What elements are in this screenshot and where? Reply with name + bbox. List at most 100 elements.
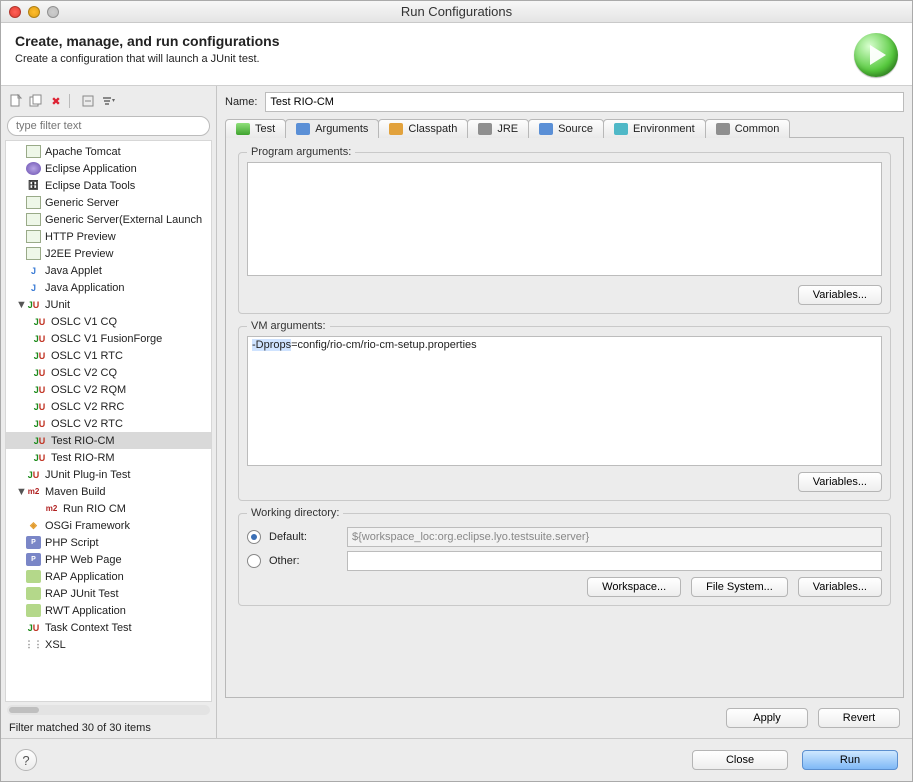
tree-item[interactable]: ◈OSGi Framework — [6, 517, 211, 534]
program-args-variables-button[interactable]: Variables... — [798, 285, 882, 305]
tab-test[interactable]: Test — [225, 119, 286, 138]
tab-icon — [539, 123, 553, 135]
tab-icon — [236, 123, 250, 135]
tree-item[interactable]: JUOSLC V2 CQ — [6, 364, 211, 381]
toolbar-separator — [69, 94, 75, 108]
tree-item[interactable]: HTTP Preview — [6, 228, 211, 245]
tree-item[interactable]: JJava Application — [6, 279, 211, 296]
close-button[interactable]: Close — [692, 750, 788, 770]
tree-item[interactable]: JUTest RIO-RM — [6, 449, 211, 466]
tab-label: JRE — [497, 123, 518, 135]
tree-item-label: OSLC V2 RQM — [51, 384, 126, 396]
filter-menu-icon[interactable] — [99, 92, 117, 110]
delete-config-icon[interactable]: ✖ — [47, 92, 65, 110]
tree-item[interactable]: ▼m2Maven Build — [6, 483, 211, 500]
working-dir-group: Working directory: Default: Other: Works… — [238, 507, 891, 606]
tab-icon — [478, 123, 492, 135]
tree-item[interactable]: Generic Server — [6, 194, 211, 211]
program-args-group: Program arguments: Variables... — [238, 146, 891, 314]
header-subtitle: Create a configuration that will launch … — [15, 53, 280, 65]
tree-item[interactable]: PPHP Script — [6, 534, 211, 551]
tree-item-label: Test RIO-RM — [51, 452, 115, 464]
tree-item[interactable]: ▼JUJUnit — [6, 296, 211, 313]
tree-item[interactable]: JUTask Context Test — [6, 619, 211, 636]
tree-item[interactable]: JUTest RIO-CM — [6, 432, 211, 449]
tab-jre[interactable]: JRE — [467, 119, 529, 138]
apply-button[interactable]: Apply — [726, 708, 808, 728]
window-title: Run Configurations — [1, 4, 912, 19]
name-label: Name: — [225, 96, 257, 108]
tree-item-label: Generic Server(External Launch — [45, 214, 202, 226]
tree-item[interactable]: JUOSLC V1 RTC — [6, 347, 211, 364]
tree-item[interactable]: PPHP Web Page — [6, 551, 211, 568]
tree-item[interactable]: JUOSLC V2 RTC — [6, 415, 211, 432]
tree-item-label: OSLC V1 CQ — [51, 316, 117, 328]
tree-item[interactable]: Apache Tomcat — [6, 143, 211, 160]
tab-arguments[interactable]: Arguments — [285, 119, 379, 138]
tab-icon — [716, 123, 730, 135]
run-button[interactable]: Run — [802, 750, 898, 770]
tree-item-label: OSGi Framework — [45, 520, 130, 532]
default-radio[interactable] — [247, 530, 261, 544]
filesystem-button[interactable]: File System... — [691, 577, 788, 597]
tree-item[interactable]: JUOSLC V2 RRC — [6, 398, 211, 415]
name-input[interactable] — [265, 92, 904, 112]
tab-label: Common — [735, 123, 780, 135]
tree-item-label: PHP Script — [45, 537, 99, 549]
tab-label: Arguments — [315, 123, 368, 135]
other-dir-input[interactable] — [347, 551, 882, 571]
tab-common[interactable]: Common — [705, 119, 791, 138]
vm-args-group: VM arguments: -Dprops=config/rio-cm/rio-… — [238, 320, 891, 501]
tree-item[interactable]: m2Run RIO CM — [6, 500, 211, 517]
vm-args-input[interactable]: -Dprops=config/rio-cm/rio-cm-setup.prope… — [247, 336, 882, 466]
collapse-all-icon[interactable] — [79, 92, 97, 110]
tab-label: Environment — [633, 123, 695, 135]
tree-item[interactable]: JUOSLC V2 RQM — [6, 381, 211, 398]
workingdir-variables-button[interactable]: Variables... — [798, 577, 882, 597]
tree-item[interactable]: RAP JUnit Test — [6, 585, 211, 602]
tree-item[interactable]: JUOSLC V1 CQ — [6, 313, 211, 330]
tree-item-label: HTTP Preview — [45, 231, 116, 243]
other-radio[interactable] — [247, 554, 261, 568]
revert-button[interactable]: Revert — [818, 708, 900, 728]
tree-item-label: RWT Application — [45, 605, 126, 617]
tree-item-label: OSLC V2 RRC — [51, 401, 124, 413]
default-radio-label: Default: — [269, 531, 339, 543]
tree-item-label: Task Context Test — [45, 622, 132, 634]
tree-item-label: Test RIO-CM — [51, 435, 115, 447]
tree-item-label: Run RIO CM — [63, 503, 126, 515]
vm-args-variables-button[interactable]: Variables... — [798, 472, 882, 492]
tree-item-label: OSLC V2 CQ — [51, 367, 117, 379]
tree-item-label: OSLC V2 RTC — [51, 418, 123, 430]
tree-item[interactable]: 🗄Eclipse Data Tools — [6, 177, 211, 194]
tree-item[interactable]: Generic Server(External Launch — [6, 211, 211, 228]
workspace-button[interactable]: Workspace... — [587, 577, 681, 597]
tab-classpath[interactable]: Classpath — [378, 119, 468, 138]
program-args-input[interactable] — [247, 162, 882, 276]
tab-source[interactable]: Source — [528, 119, 604, 138]
tab-label: Source — [558, 123, 593, 135]
tab-icon — [296, 123, 310, 135]
run-icon — [854, 33, 898, 77]
horizontal-scrollbar[interactable] — [7, 705, 210, 715]
tree-item[interactable]: Eclipse Application — [6, 160, 211, 177]
filter-input[interactable] — [7, 116, 210, 136]
left-pane: ✖ Apache TomcatEclipse Application🗄Eclip… — [1, 86, 217, 738]
tree-item-label: JUnit — [45, 299, 70, 311]
tree-item-label: RAP JUnit Test — [45, 588, 119, 600]
tree-item[interactable]: RWT Application — [6, 602, 211, 619]
tree-item[interactable]: JJava Applet — [6, 262, 211, 279]
tree-item[interactable]: ⋮⋮XSL — [6, 636, 211, 653]
tree-item[interactable]: RAP Application — [6, 568, 211, 585]
tree-item[interactable]: JUOSLC V1 FusionForge — [6, 330, 211, 347]
duplicate-config-icon[interactable] — [27, 92, 45, 110]
tree-item-label: Eclipse Data Tools — [45, 180, 135, 192]
help-button[interactable]: ? — [15, 749, 37, 771]
config-tree[interactable]: Apache TomcatEclipse Application🗄Eclipse… — [5, 140, 212, 702]
tree-item[interactable]: JUJUnit Plug-in Test — [6, 466, 211, 483]
tab-environment[interactable]: Environment — [603, 119, 706, 138]
default-dir-input — [347, 527, 882, 547]
new-config-icon[interactable] — [7, 92, 25, 110]
run-configurations-window: Run Configurations Create, manage, and r… — [0, 0, 913, 782]
tree-item[interactable]: J2EE Preview — [6, 245, 211, 262]
